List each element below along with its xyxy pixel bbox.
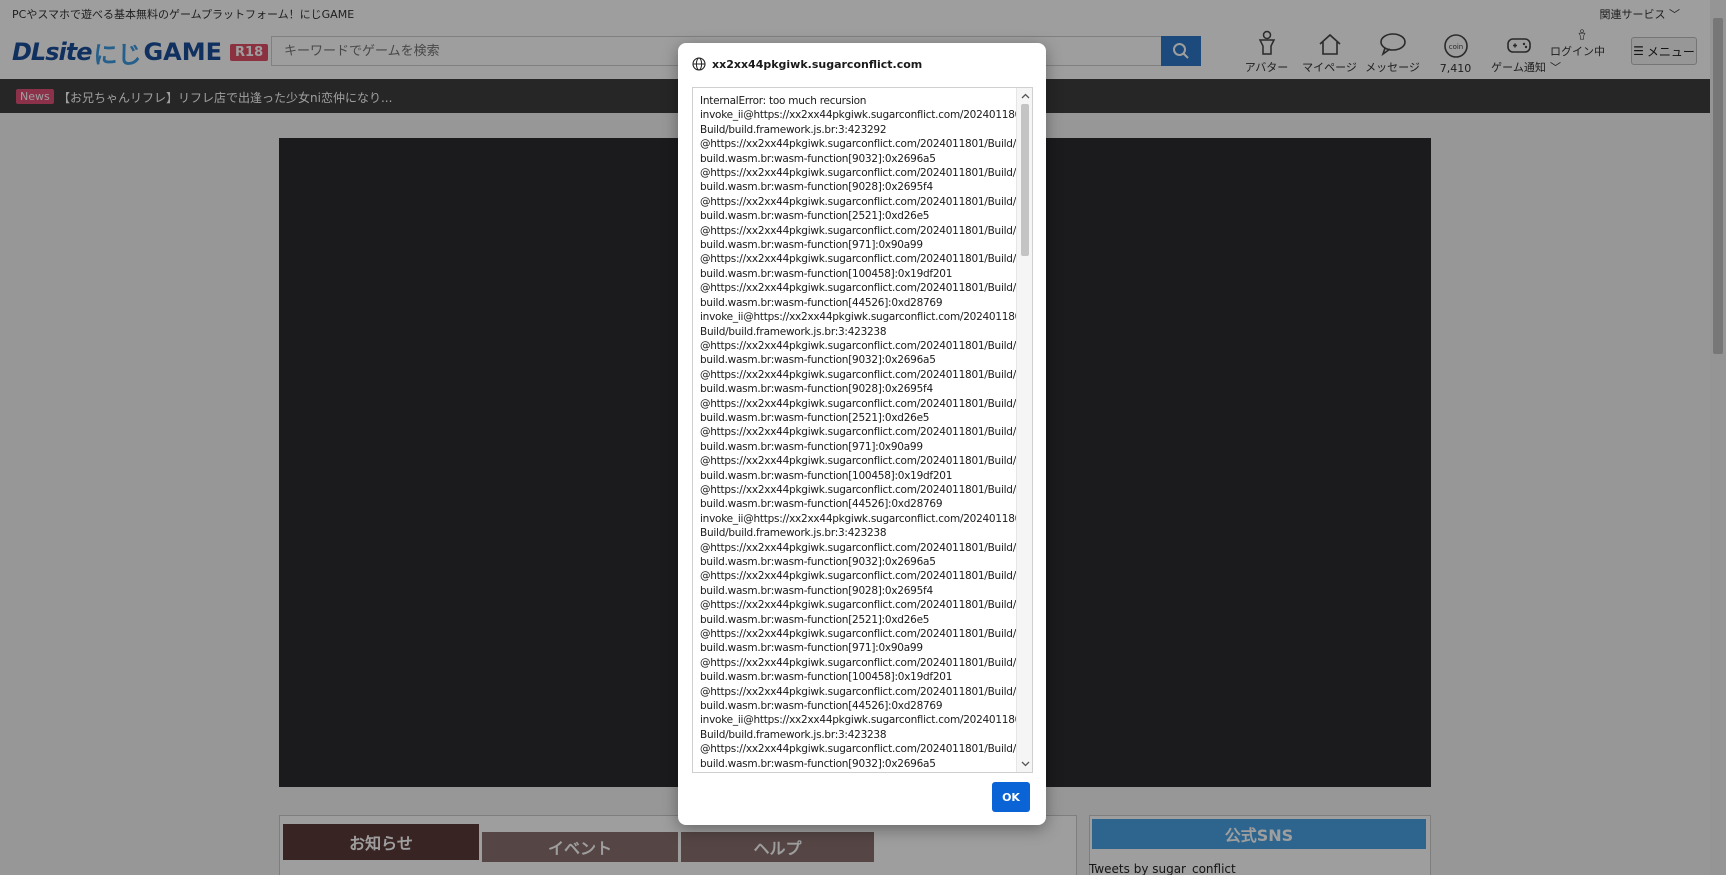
error-line: @https://xx2xx44pkgiwk.sugarconflict.com… (700, 599, 1016, 612)
dialog-scrollbar-thumb[interactable] (1021, 104, 1029, 256)
error-line: @https://xx2xx44pkgiwk.sugarconflict.com… (700, 253, 1016, 266)
error-line: build.wasm.br:wasm-function[100458]:0x19… (700, 267, 953, 280)
error-line: @https://xx2xx44pkgiwk.sugarconflict.com… (700, 282, 1016, 295)
alert-dialog: xx2xx44pkgiwk.sugarconflict.com Internal… (678, 43, 1046, 825)
error-line: @https://xx2xx44pkgiwk.sugarconflict.com… (700, 656, 1016, 669)
ok-button[interactable]: OK (992, 782, 1030, 812)
error-line: build.wasm.br:wasm-function[2521]:0xd26e… (700, 210, 930, 223)
error-line: InternalError: too much recursion (700, 95, 867, 107)
error-line: build.wasm.br:wasm-function[44526]:0xd28… (700, 700, 943, 713)
dialog-origin: xx2xx44pkgiwk.sugarconflict.com (712, 57, 923, 71)
error-line: @https://xx2xx44pkgiwk.sugarconflict.com… (700, 224, 1016, 237)
error-line: @https://xx2xx44pkgiwk.sugarconflict.com… (700, 455, 1016, 468)
error-line: @https://xx2xx44pkgiwk.sugarconflict.com… (700, 570, 1016, 583)
error-line: invoke_ii@https://xx2xx44pkgiwk.sugarcon… (700, 311, 1016, 324)
error-line: @https://xx2xx44pkgiwk.sugarconflict.com… (700, 195, 1016, 208)
error-line: build.wasm.br:wasm-function[9032]:0x2696… (700, 757, 936, 770)
dialog-message: InternalError: too much recursion invoke_… (693, 88, 1016, 772)
error-line: @https://xx2xx44pkgiwk.sugarconflict.com… (700, 685, 1016, 698)
error-line: build.wasm.br:wasm-function[100458]:0x19… (700, 671, 953, 684)
error-line: build.wasm.br:wasm-function[2521]:0xd26e… (700, 411, 930, 424)
error-line: build.wasm.br:wasm-function[9028]:0x2695… (700, 383, 933, 396)
error-line: build.wasm.br:wasm-function[44526]:0xd28… (700, 498, 943, 511)
error-line: Build/build.framework.js.br:3:423238 (700, 527, 887, 540)
error-line: build.wasm.br:wasm-function[44526]:0xd28… (700, 296, 943, 309)
error-line: @https://xx2xx44pkgiwk.sugarconflict.com… (700, 483, 1016, 496)
error-line: invoke_ii@https://xx2xx44pkgiwk.sugarcon… (700, 109, 1016, 122)
scroll-up-arrow[interactable] (1017, 89, 1032, 103)
error-line: @https://xx2xx44pkgiwk.sugarconflict.com… (700, 628, 1016, 641)
scroll-down-arrow[interactable] (1017, 757, 1032, 771)
error-line: @https://xx2xx44pkgiwk.sugarconflict.com… (700, 397, 1016, 410)
error-line: @https://xx2xx44pkgiwk.sugarconflict.com… (700, 541, 1016, 554)
dialog-scrollbar[interactable] (1016, 88, 1032, 772)
error-line: build.wasm.br:wasm-function[9032]:0x2696… (700, 354, 936, 367)
error-line: @https://xx2xx44pkgiwk.sugarconflict.com… (700, 167, 1016, 180)
error-line: Build/build.framework.js.br:3:423238 (700, 325, 887, 338)
error-line: build.wasm.br:wasm-function[100458]:0x19… (700, 469, 953, 482)
error-line: build.wasm.br:wasm-function[9032]:0x2696… (700, 152, 936, 165)
error-line: build.wasm.br:wasm-function[9032]:0x2696… (700, 556, 936, 568)
chevron-up-icon (1021, 93, 1029, 99)
error-line: Build/build.framework.js.br:3:423238 (700, 728, 887, 741)
error-line: @https://xx2xx44pkgiwk.sugarconflict.com… (700, 339, 1016, 352)
chevron-down-icon (1021, 761, 1029, 767)
error-line: build.wasm.br:wasm-function[971]:0x90a99 (700, 642, 923, 655)
error-line: invoke_ii@https://xx2xx44pkgiwk.sugarcon… (700, 512, 1016, 525)
error-line: @https://xx2xx44pkgiwk.sugarconflict.com… (700, 743, 1016, 756)
error-line: invoke_ii@https://xx2xx44pkgiwk.sugarcon… (700, 714, 1016, 727)
error-line: build.wasm.br:wasm-function[2521]:0xd26e… (700, 613, 930, 626)
error-line: build.wasm.br:wasm-function[971]:0x90a99 (700, 440, 923, 453)
error-line: @https://xx2xx44pkgiwk.sugarconflict.com… (700, 138, 1016, 151)
dialog-header: xx2xx44pkgiwk.sugarconflict.com (692, 57, 922, 71)
globe-icon (692, 57, 706, 71)
error-line: Build/build.framework.js.br:3:423292 (700, 123, 887, 136)
error-line: build.wasm.br:wasm-function[9028]:0x2695… (700, 181, 933, 194)
error-line: build.wasm.br:wasm-function[9028]:0x2695… (700, 584, 933, 597)
dialog-message-box[interactable]: InternalError: too much recursion invoke_… (692, 87, 1033, 773)
error-line: @https://xx2xx44pkgiwk.sugarconflict.com… (700, 368, 1016, 381)
error-line: @https://xx2xx44pkgiwk.sugarconflict.com… (700, 426, 1016, 439)
error-line: build.wasm.br:wasm-function[971]:0x90a99 (700, 239, 923, 252)
